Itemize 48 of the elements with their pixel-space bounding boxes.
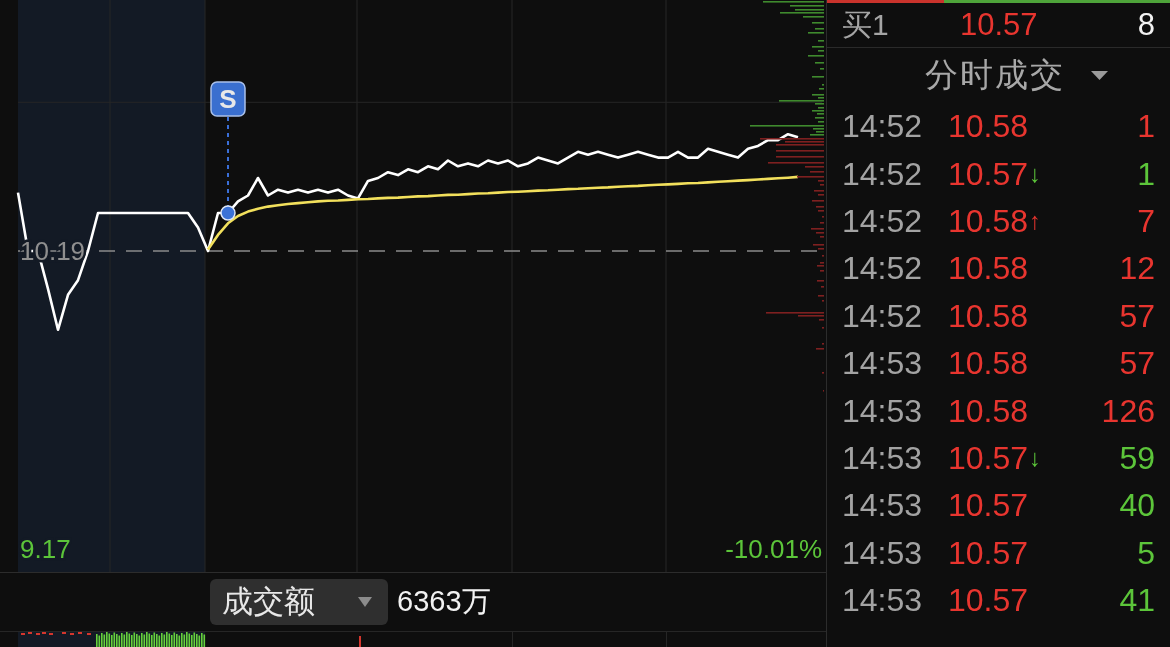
trade-volume: 1: [1137, 108, 1155, 146]
trade-price: 10.58: [948, 108, 1029, 146]
bid-price: 10.57: [960, 7, 1038, 43]
signal-badge[interactable]: S: [210, 81, 246, 117]
trade-time: 14:53: [842, 345, 924, 383]
trade-time: 14:52: [842, 297, 924, 335]
trade-price: 10.57: [948, 487, 1029, 525]
trade-volume: 40: [1119, 487, 1155, 525]
trade-time: 14:53: [842, 582, 924, 620]
trade-time: 14:52: [842, 155, 924, 193]
percent-axis-label: -10.01%: [725, 533, 822, 564]
trade-price: 10.57: [948, 439, 1029, 477]
trade-price: 10.57: [948, 582, 1029, 620]
trade-time: 14:53: [842, 487, 924, 525]
trade-price: 10.58: [948, 392, 1029, 430]
trade-volume: 57: [1119, 345, 1155, 383]
trade-volume: 1: [1137, 155, 1155, 193]
trade-volume: 41: [1119, 582, 1155, 620]
price-axis-label: 9.17: [20, 533, 71, 564]
trade-volume: 126: [1101, 392, 1155, 430]
trade-time: 14:53: [842, 439, 924, 477]
tick-arrow: ↓: [1029, 444, 1042, 473]
trades-title[interactable]: 分时成交: [925, 53, 1065, 98]
trade-time: 14:52: [842, 202, 924, 240]
trade-price: 10.58: [948, 345, 1029, 383]
bid-volume: 8: [1137, 7, 1155, 43]
trade-price: 10.58: [948, 297, 1029, 335]
trade-volume: 57: [1119, 297, 1155, 335]
caret-down-icon[interactable]: [1091, 71, 1108, 80]
turnover-dropdown[interactable]: 成交额: [210, 579, 388, 625]
caret-down-icon: [358, 597, 372, 607]
trade-volume: 59: [1119, 439, 1155, 477]
trade-price: 10.57: [948, 534, 1029, 572]
signal-pointer-icon: [220, 116, 236, 221]
turnover-value: 6363万: [397, 584, 491, 619]
trade-time: 14:52: [842, 250, 924, 288]
trade-price: 10.58: [948, 202, 1029, 240]
trade-time: 14:53: [842, 392, 924, 430]
tick-arrow: ↓: [1029, 160, 1042, 189]
trade-volume: 5: [1137, 534, 1155, 572]
bid-label: 买1: [842, 6, 890, 43]
trade-time: 14:53: [842, 534, 924, 572]
trade-time: 14:52: [842, 108, 924, 146]
trade-volume: 7: [1137, 202, 1155, 240]
trade-price: 10.58: [948, 250, 1029, 288]
trade-price: 10.57: [948, 155, 1029, 193]
tick-arrow: ↑: [1029, 207, 1042, 236]
trade-volume: 12: [1119, 250, 1155, 288]
